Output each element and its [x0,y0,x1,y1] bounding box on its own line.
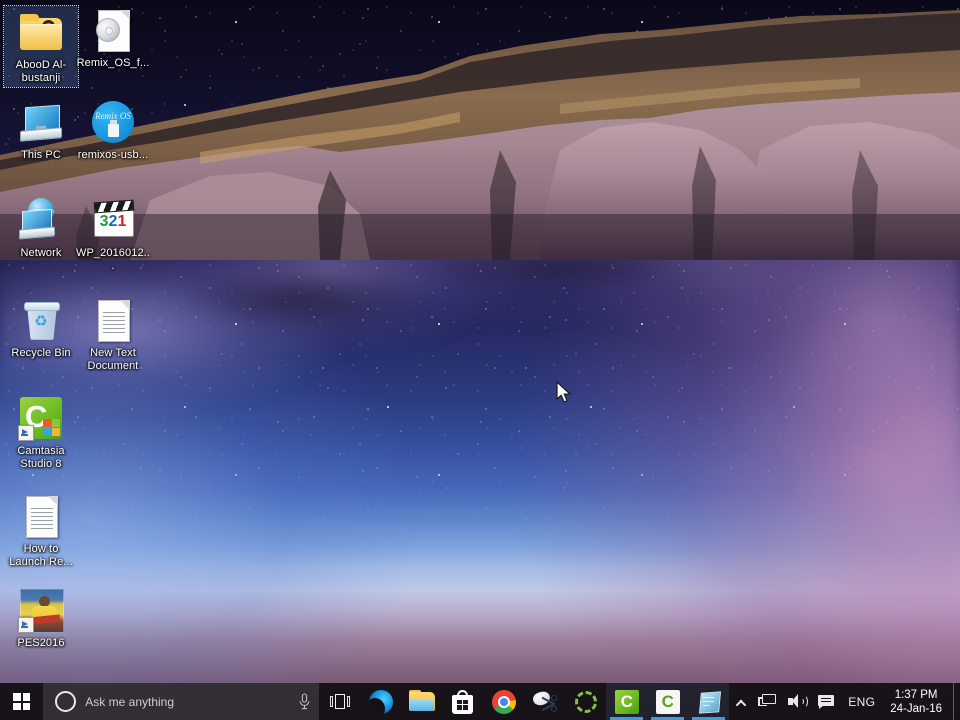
network-tray-icon [758,694,777,709]
desktop-icon-label: AbooD Al-bustanji [15,59,67,84]
desktop-icon-label: New Text Document [87,347,139,372]
file-explorer-icon [408,689,435,712]
taskbar-button-store[interactable] [442,683,483,720]
windows-logo-icon [13,693,31,710]
pes2016-icon [17,586,65,634]
folder-user-icon [17,8,65,56]
snipping-tool-icon [531,689,557,713]
taskbar-button-snipping-tool[interactable] [524,683,565,720]
taskbar-button-sticky-notes[interactable] [688,683,730,720]
desktop-icon-new-text-document[interactable]: New Text Document [76,296,150,372]
search-placeholder: Ask me anything [85,694,175,709]
action-center-icon [818,694,835,709]
taskbar-button-camtasia-recorder[interactable] [565,683,606,720]
desktop-icon-remix-os-file[interactable]: Remix_OS_f... [76,6,150,70]
desktop-icon-label: This PC [21,149,61,161]
taskbar-button-camtasia-studio[interactable]: C [606,683,648,720]
taskbar[interactable]: Ask me anything C C ENG 1:37 PM 24-Jan-1… [0,683,960,720]
show-desktop-button[interactable] [953,683,960,720]
camtasia-recorder-icon [574,690,597,713]
chrome-icon [491,689,516,714]
tray-volume-button[interactable] [782,683,812,720]
cortana-circle-icon [55,691,77,712]
desktop-icon-label: PES2016 [17,637,65,649]
clock[interactable]: 1:37 PM 24-Jan-16 [883,683,953,720]
desktop-icon-pes2016[interactable]: PES2016 [4,586,78,650]
desktop-icon-label: Network [20,247,62,259]
note-icon [698,690,721,714]
edge-icon [368,689,393,714]
taskbar-button-camtasia-studio-8[interactable]: C [647,683,689,720]
desktop-icon-camtasia-studio-8[interactable]: C Camtasia Studio 8 [4,394,78,470]
taskbar-button-file-explorer[interactable] [401,683,442,720]
desktop-icon-label: WP_2016012... [76,247,150,272]
text-document-icon [89,296,137,344]
camtasia-studio-icon: C [17,394,65,442]
desktop-icon-how-to-launch[interactable]: How to Launch Re... [4,492,78,568]
text-document-icon [17,492,65,540]
tray-show-hidden-icons-button[interactable] [729,683,752,720]
desktop[interactable]: AbooD Al-bustanji Remix_OS_f... This PC … [0,0,960,720]
taskbar-app-buttons[interactable]: C C [319,683,730,720]
camtasia-white-icon: C [655,689,680,714]
volume-icon [788,694,808,709]
desktop-icon-abood-al-bustanji[interactable]: AbooD Al-bustanji [3,5,79,88]
task-view-icon [329,694,350,709]
disc-image-file-icon [89,6,137,54]
remix-os-usb-tool-icon: Remix OS [89,98,137,146]
taskbar-button-edge[interactable] [360,683,401,720]
clock-time: 1:37 PM [894,688,938,701]
desktop-icon-label: Remix_OS_f... [76,57,150,69]
system-tray[interactable]: ENG 1:37 PM 24-Jan-16 [729,683,960,720]
tray-language-button[interactable]: ENG [840,683,883,720]
desktop-icon-label: How to Launch Re... [9,543,73,568]
desktop-icon-wp-video[interactable]: 321 WP_2016012... [76,196,150,272]
taskbar-button-task-view[interactable] [319,683,360,720]
taskbar-button-chrome[interactable] [483,683,524,720]
search-input[interactable]: Ask me anything [43,683,320,720]
this-pc-icon [17,98,65,146]
camtasia-green-icon: C [614,689,639,714]
desktop-icon-label: Recycle Bin [11,347,71,359]
desktop-icon-label: remixos-usb... [77,149,149,161]
store-icon [452,689,474,714]
microphone-icon[interactable] [298,693,311,710]
desktop-icon-this-pc[interactable]: This PC [4,98,78,162]
desktop-icon-label: Camtasia Studio 8 [17,445,65,470]
tray-network-button[interactable] [752,683,782,720]
desktop-icon-recycle-bin[interactable]: ♻ Recycle Bin [4,296,78,360]
clock-date: 24-Jan-16 [890,702,942,715]
tray-action-center-button[interactable] [812,683,840,720]
desktop-icon-network[interactable]: Network [4,196,78,260]
desktop-icon-remixos-usb-tool[interactable]: Remix OS remixos-usb... [76,98,150,162]
shortcut-overlay-icon [18,617,34,633]
recycle-bin-icon: ♻ [17,296,65,344]
network-icon [17,196,65,244]
chevron-up-icon [735,696,746,707]
media-player-classic-icon: 321 [89,196,137,244]
start-button[interactable] [0,683,43,720]
shortcut-overlay-icon [18,425,34,441]
